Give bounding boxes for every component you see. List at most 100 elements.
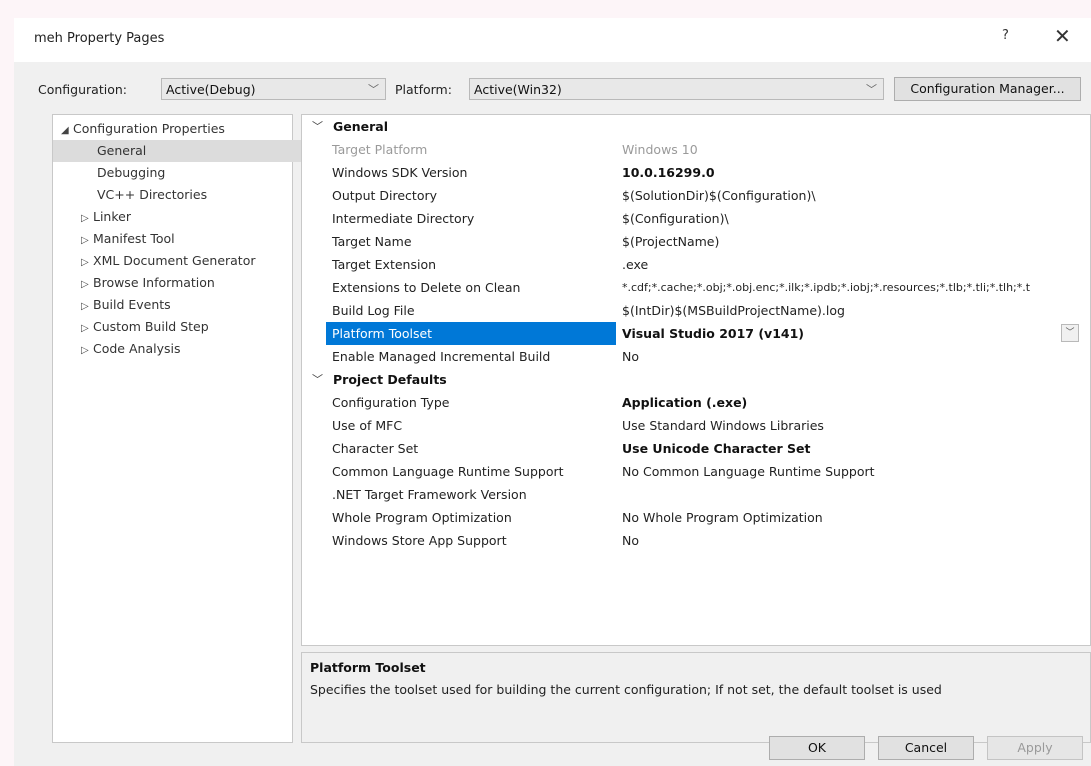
property-value: Use Unicode Character Set [622, 441, 811, 456]
apply-button[interactable]: Apply [987, 736, 1083, 760]
collapsed-triangle-icon[interactable]: ▷ [81, 340, 93, 362]
property-value: No Common Language Runtime Support [622, 464, 875, 479]
platform-value: Active(Win32) [474, 82, 562, 97]
tree-item-browse-information[interactable]: ▷ Browse Information [53, 272, 320, 294]
property-row[interactable]: Target Extension .exe [302, 253, 1090, 276]
category-project-defaults[interactable]: ﹀ Project Defaults [302, 368, 1090, 391]
configuration-label: Configuration: [38, 82, 127, 97]
tree-item-manifest-tool[interactable]: ▷ Manifest Tool [53, 228, 320, 250]
property-row[interactable]: Windows SDK Version 10.0.16299.0 [302, 161, 1090, 184]
property-tree[interactable]: ◢ Configuration Properties General Debugg… [52, 114, 336, 743]
property-name: Target Extension [332, 257, 437, 272]
property-pages-dialog: meh Property Pages ? ✕ Configuration: Ac… [14, 18, 1091, 766]
tree-item-label: XML Document Generator [93, 253, 256, 268]
property-row[interactable]: Output Directory $(SolutionDir)$(Configu… [302, 184, 1090, 207]
collapsed-triangle-icon[interactable]: ▷ [81, 274, 93, 296]
tree-item-label: Code Analysis [93, 341, 181, 356]
description-text: Specifies the toolset used for building … [310, 682, 942, 697]
tree-item-linker[interactable]: ▷ Linker [53, 206, 320, 228]
category-general[interactable]: ﹀ General [302, 115, 1090, 138]
tree-item-build-events[interactable]: ▷ Build Events [53, 294, 320, 316]
tree-item-label: Linker [93, 209, 131, 224]
tree-item-label: General [97, 143, 147, 158]
tree-item-custom-build-step[interactable]: ▷ Custom Build Step [53, 316, 320, 338]
property-value: No [622, 533, 639, 548]
property-grid: ﹀ General Target Platform Windows 10 Win… [301, 114, 1091, 646]
configuration-manager-button[interactable]: Configuration Manager... [894, 77, 1081, 101]
tree-item-xml-document-generator[interactable]: ▷ XML Document Generator [53, 250, 320, 272]
configuration-value: Active(Debug) [166, 82, 256, 97]
property-row[interactable]: Target Name $(ProjectName) [302, 230, 1090, 253]
collapsed-triangle-icon[interactable]: ▷ [81, 252, 93, 274]
property-value: Windows 10 [622, 142, 698, 157]
property-row[interactable]: Intermediate Directory $(Configuration)\ [302, 207, 1090, 230]
tree-item-general[interactable]: General [53, 140, 336, 162]
property-value: .exe [622, 257, 649, 272]
collapsed-triangle-icon[interactable]: ▷ [81, 208, 93, 230]
property-value: $(ProjectName) [622, 234, 720, 249]
property-value: Use Standard Windows Libraries [622, 418, 824, 433]
property-value: *.cdf;*.cache;*.obj;*.obj.enc;*.ilk;*.ip… [622, 281, 1031, 294]
property-row-selected[interactable]: Platform Toolset Visual Studio 2017 (v14… [302, 322, 1090, 345]
collapsed-triangle-icon[interactable]: ▷ [81, 296, 93, 318]
property-value: $(SolutionDir)$(Configuration)\ [622, 188, 816, 203]
chevron-down-icon[interactable]: ﹀ [1061, 324, 1079, 342]
tree-item-label: Browse Information [93, 275, 215, 290]
tree-item-code-analysis[interactable]: ▷ Code Analysis [53, 338, 320, 360]
chevron-down-icon[interactable]: ﹀ [312, 368, 323, 391]
tree-item-label: Build Events [93, 297, 171, 312]
property-row[interactable]: .NET Target Framework Version [302, 483, 1090, 506]
property-name: Build Log File [332, 303, 415, 318]
tree-item-vc-directories[interactable]: VC++ Directories [53, 184, 336, 206]
property-name: Use of MFC [332, 418, 403, 433]
property-name: Configuration Type [332, 395, 450, 410]
property-row[interactable]: Configuration Type Application (.exe) [302, 391, 1090, 414]
help-icon[interactable]: ? [1002, 28, 1009, 43]
tree-item-debugging[interactable]: Debugging [53, 162, 336, 184]
property-row[interactable]: Extensions to Delete on Clean *.cdf;*.ca… [302, 276, 1090, 299]
property-value: Visual Studio 2017 (v141) [622, 326, 805, 341]
property-name: Whole Program Optimization [332, 510, 512, 525]
property-row[interactable]: Character Set Use Unicode Character Set [302, 437, 1090, 460]
property-value: $(Configuration)\ [622, 211, 729, 226]
property-name: Target Platform [332, 142, 428, 157]
category-label: General [333, 119, 388, 134]
configuration-dropdown[interactable]: Active(Debug) ﹀ [161, 78, 386, 100]
close-icon[interactable]: ✕ [1054, 24, 1071, 48]
expanded-triangle-icon[interactable]: ◢ [61, 120, 73, 142]
property-row[interactable]: Whole Program Optimization No Whole Prog… [302, 506, 1090, 529]
property-value: $(IntDir)$(MSBuildProjectName).log [622, 303, 845, 318]
chevron-down-icon: ﹀ [368, 83, 379, 96]
property-row[interactable]: Build Log File $(IntDir)$(MSBuildProject… [302, 299, 1090, 322]
property-row[interactable]: Enable Managed Incremental Build No [302, 345, 1090, 368]
description-panel: Platform Toolset Specifies the toolset u… [301, 652, 1091, 743]
tree-item-label: Debugging [97, 165, 166, 180]
property-name: Extensions to Delete on Clean [332, 280, 521, 295]
tree-item-label: Configuration Properties [73, 121, 225, 136]
collapsed-triangle-icon[interactable]: ▷ [81, 318, 93, 340]
platform-label: Platform: [395, 82, 452, 97]
tree-item-configuration-properties[interactable]: ◢ Configuration Properties [53, 118, 300, 140]
ok-button[interactable]: OK [769, 736, 865, 760]
platform-dropdown[interactable]: Active(Win32) ﹀ [469, 78, 884, 100]
tree-item-label: Custom Build Step [93, 319, 209, 334]
tree-item-label: Manifest Tool [93, 231, 175, 246]
property-value: Application (.exe) [622, 395, 748, 410]
property-name: .NET Target Framework Version [332, 487, 527, 502]
cancel-button[interactable]: Cancel [878, 736, 974, 760]
property-row[interactable]: Target Platform Windows 10 [302, 138, 1090, 161]
property-row[interactable]: Common Language Runtime Support No Commo… [302, 460, 1090, 483]
collapsed-triangle-icon[interactable]: ▷ [81, 230, 93, 252]
property-name: Platform Toolset [332, 326, 433, 341]
category-label: Project Defaults [333, 372, 447, 387]
tree-item-label: VC++ Directories [97, 187, 208, 202]
property-row[interactable]: Use of MFC Use Standard Windows Librarie… [302, 414, 1090, 437]
property-value: No Whole Program Optimization [622, 510, 823, 525]
chevron-down-icon[interactable]: ﹀ [312, 115, 323, 138]
description-title: Platform Toolset [310, 660, 426, 675]
property-name: Windows Store App Support [332, 533, 507, 548]
property-name: Common Language Runtime Support [332, 464, 564, 479]
property-name: Enable Managed Incremental Build [332, 349, 551, 364]
property-row[interactable]: Windows Store App Support No [302, 529, 1090, 552]
dialog-title: meh Property Pages [34, 31, 165, 46]
